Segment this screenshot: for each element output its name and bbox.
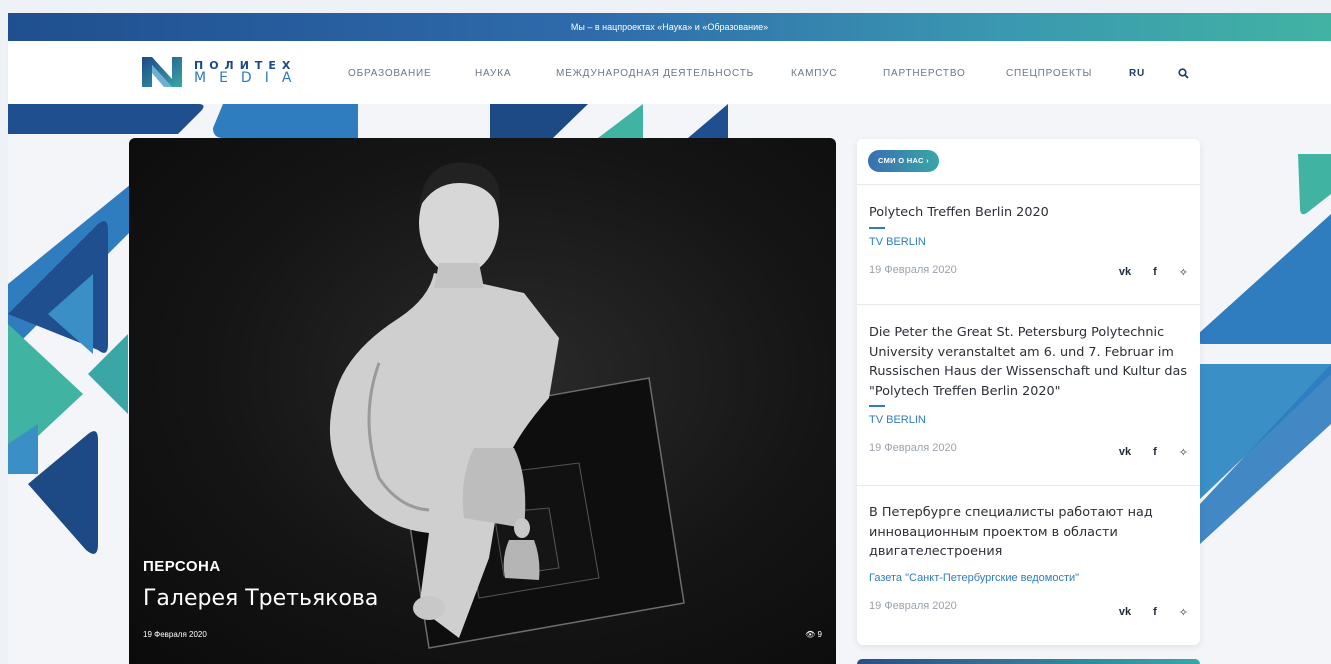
menu-item-education[interactable]: ОБРАЗОВАНИЕ — [348, 68, 432, 79]
facebook-icon[interactable]: f — [1153, 606, 1157, 619]
menu-item-international[interactable]: МЕЖДУНАРОДНАЯ ДЕЯТЕЛЬНОСТЬ — [556, 68, 754, 79]
media-item-source[interactable]: TV BERLIN — [869, 414, 1189, 426]
media-item-title[interactable]: Polytech Treffen Berlin 2020 — [869, 203, 1189, 223]
hero-title[interactable]: Галерея Третьякова — [143, 586, 378, 611]
menu-item-partnership[interactable]: ПАРТНЕРСТВО — [883, 68, 966, 79]
share-buttons: vk f ✧ — [1119, 606, 1188, 619]
share-buttons: vk f ✧ — [1119, 446, 1188, 459]
media-item-source[interactable]: TV BERLIN — [869, 236, 1189, 248]
media-item-accent-line — [869, 405, 885, 407]
hero-views: 👁 9 — [805, 630, 822, 639]
menu-item-campus[interactable]: КАМПУС — [791, 68, 837, 79]
media-item-title[interactable]: Die Peter the Great St. Petersburg Polyt… — [869, 323, 1189, 401]
facebook-icon[interactable]: f — [1153, 266, 1157, 279]
chevron-right-icon: › — [926, 156, 929, 165]
search-icon[interactable] — [1178, 68, 1189, 79]
media-item[interactable]: В Петербурге специалисты работают над ин… — [869, 503, 1189, 612]
vk-icon[interactable]: vk — [1119, 606, 1131, 619]
announcement-text[interactable]: Мы – в нацпроектах «Наука» и «Образовани… — [571, 22, 768, 32]
twitter-icon[interactable]: ✧ — [1179, 446, 1188, 459]
twitter-icon[interactable]: ✧ — [1179, 266, 1188, 279]
twitter-icon[interactable]: ✧ — [1179, 606, 1188, 619]
top-announcement-bar[interactable]: Мы – в нацпроектах «Наука» и «Образовани… — [8, 13, 1331, 41]
menu-item-science[interactable]: НАУКА — [475, 68, 511, 79]
media-item[interactable]: Polytech Treffen Berlin 2020 TV BERLIN 1… — [869, 203, 1189, 276]
next-card-edge — [857, 659, 1200, 664]
media-item[interactable]: Die Peter the Great St. Petersburg Polyt… — [869, 323, 1189, 454]
media-badge[interactable]: СМИ О НАС › — [868, 150, 939, 172]
media-item-accent-line — [869, 226, 885, 229]
facebook-icon[interactable]: f — [1153, 446, 1157, 459]
menu-item-special-projects[interactable]: СПЕЦПРОЕКТЫ — [1006, 68, 1092, 79]
language-switch[interactable]: RU — [1129, 68, 1145, 79]
vk-icon[interactable]: vk — [1119, 266, 1131, 279]
divider — [857, 184, 1200, 185]
hero-date: 19 Февраля 2020 — [143, 630, 207, 639]
eye-icon: 👁 — [805, 630, 816, 639]
share-buttons: vk f ✧ — [1119, 266, 1188, 279]
media-badge-label: СМИ О НАС — [878, 156, 924, 165]
main-navbar: ПОЛИТЕХ MEDIA ОБРАЗОВАНИЕ НАУКА МЕЖДУНАР… — [8, 41, 1331, 104]
hero-category-tag[interactable]: ПЕРСОНА — [143, 558, 221, 575]
media-item-title[interactable]: В Петербурге специалисты работают над ин… — [869, 503, 1189, 562]
hero-article[interactable]: ПЕРСОНА Галерея Третьякова 19 Февраля 20… — [129, 138, 836, 664]
divider — [857, 304, 1200, 305]
media-sidebar: СМИ О НАС › Polytech Treffen Berlin 2020… — [857, 139, 1200, 645]
main-menu: ОБРАЗОВАНИЕ НАУКА МЕЖДУНАРОДНАЯ ДЕЯТЕЛЬН… — [8, 41, 1331, 104]
divider — [857, 485, 1200, 486]
vk-icon[interactable]: vk — [1119, 446, 1131, 459]
hero-views-count: 9 — [817, 630, 822, 639]
media-item-source[interactable]: Газета "Санкт-Петербургские ведомости" — [869, 572, 1189, 584]
